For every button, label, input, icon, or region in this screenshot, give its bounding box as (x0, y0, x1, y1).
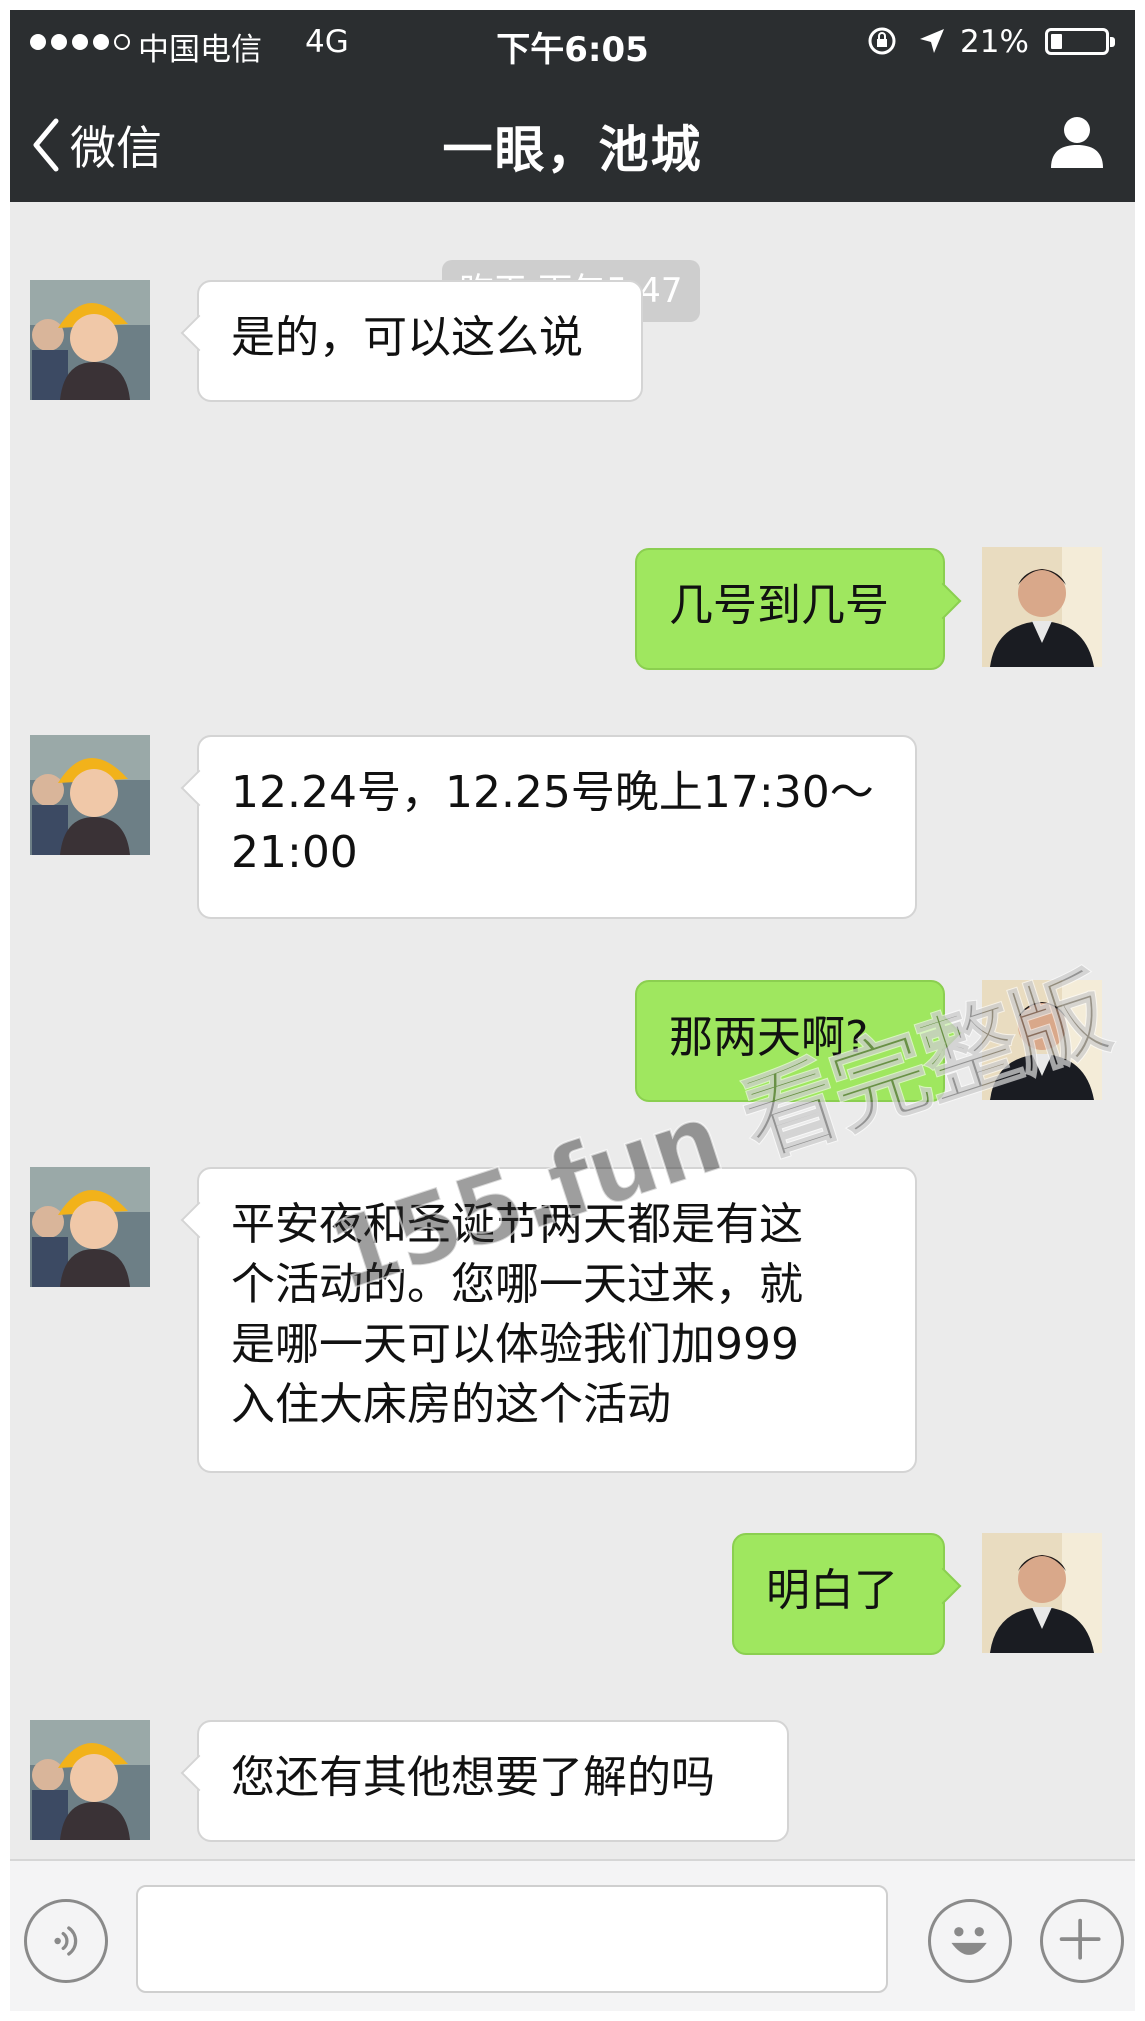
voice-button[interactable] (24, 1899, 108, 1983)
message-bubble-outgoing[interactable]: 几号到几号 (635, 548, 962, 670)
status-bar: 中国电信 4G 下午6:05 21% (10, 10, 1135, 72)
message-bubble-incoming[interactable]: 平安夜和圣诞节两天都是有这 个活动的。您哪一天过来，就 是哪一天可以体验我们加9… (180, 1167, 917, 1473)
rotation-lock-icon (868, 27, 896, 55)
chat-screen: 中国电信 4G 下午6:05 21% 微信 一眼，池城 是的，可以这么说 几号到… (10, 10, 1135, 2011)
contact-avatar-image (30, 1167, 150, 1287)
smiley-icon (951, 1927, 987, 1955)
plus-icon (1059, 1918, 1101, 1960)
contact-avatar[interactable] (30, 1167, 150, 1287)
my-avatar-image (982, 547, 1102, 667)
navigation-bar: 微信 一眼，池城 (10, 72, 1135, 202)
contact-avatar[interactable] (30, 735, 150, 855)
message-bubble-incoming[interactable]: 您还有其他想要了解的吗 (180, 1720, 789, 1842)
my-avatar-image (982, 1533, 1102, 1653)
location-arrow-icon (920, 29, 944, 53)
my-avatar[interactable] (982, 980, 1102, 1100)
battery-percentage: 21% (960, 24, 1029, 60)
contact-avatar-image (30, 735, 150, 855)
contact-avatar[interactable] (30, 280, 150, 400)
my-avatar-image (982, 980, 1102, 1100)
top-bar: 中国电信 4G 下午6:05 21% 微信 一眼，池城 (10, 10, 1135, 202)
message-text: 那两天啊? (669, 1012, 869, 1063)
voice-icon (54, 1926, 78, 1956)
input-bar (10, 1859, 1135, 2011)
battery-icon (1045, 28, 1115, 55)
message-text: 是的，可以这么说 (231, 312, 583, 363)
message-bubble-incoming[interactable]: 12.24号，12.25号晚上17:30～ 21:00 (180, 735, 917, 919)
contact-avatar-image (30, 1720, 150, 1840)
chat-title: 一眼，池城 (442, 121, 703, 179)
message-text: 您还有其他想要了解的吗 (231, 1752, 715, 1803)
message-bubble-outgoing[interactable]: 明白了 (732, 1533, 962, 1655)
message-text: 几号到几号 (669, 580, 889, 631)
contact-avatar-image (30, 280, 150, 400)
contact-avatar[interactable] (30, 1720, 150, 1840)
emoji-button[interactable] (928, 1899, 1012, 1983)
my-avatar[interactable] (982, 547, 1102, 667)
message-text: 12.24号，12.25号晚上17:30～ 21:00 (231, 767, 874, 878)
my-avatar[interactable] (982, 1533, 1102, 1653)
message-text: 平安夜和圣诞节两天都是有这 个活动的。您哪一天过来，就 是哪一天可以体验我们加9… (231, 1199, 803, 1430)
person-icon[interactable] (1047, 112, 1107, 172)
message-bubble-outgoing[interactable]: 那两天啊? (635, 980, 962, 1102)
message-text: 明白了 (766, 1565, 898, 1616)
message-input[interactable] (136, 1885, 888, 1993)
message-bubble-incoming[interactable]: 是的，可以这么说 (180, 280, 643, 402)
more-button[interactable] (1040, 1899, 1124, 1983)
